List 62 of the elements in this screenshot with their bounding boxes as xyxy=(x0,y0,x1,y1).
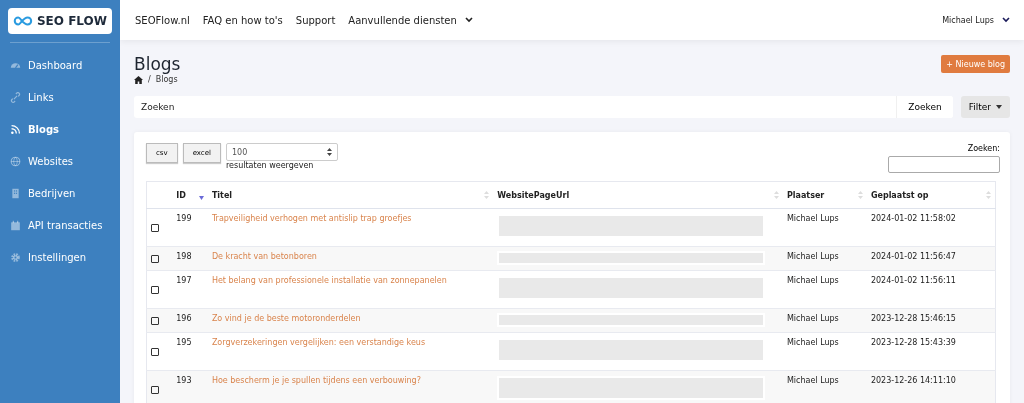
caret-icon xyxy=(1002,17,1010,23)
page-title: Blogs xyxy=(134,54,181,74)
id-cell: 199 xyxy=(176,214,192,223)
date-cell: 2023-12-28 15:46:15 xyxy=(870,314,956,323)
globe-icon xyxy=(10,155,21,167)
id-cell: 196 xyxy=(176,314,192,323)
row-checkbox[interactable] xyxy=(151,224,159,232)
sidebar-item[interactable]: Instellingen xyxy=(0,241,120,273)
date-cell: 2023-12-28 15:43:39 xyxy=(870,338,956,347)
id-cell: 197 xyxy=(176,276,192,285)
sidebar-item[interactable]: Websites xyxy=(0,145,120,177)
breadcrumb-item: Blogs xyxy=(155,75,178,84)
author-cell: Michael Lups xyxy=(786,214,839,223)
nav-link[interactable]: SEOFlow.nl xyxy=(135,14,190,26)
row-checkbox[interactable] xyxy=(151,255,159,263)
date-cell: 2023-12-26 14:11:10 xyxy=(870,376,956,385)
stepper-icon xyxy=(326,148,332,156)
row-checkbox[interactable] xyxy=(151,317,159,325)
author-cell: Michael Lups xyxy=(786,338,839,347)
nav-link[interactable]: FAQ en how to's xyxy=(202,14,283,26)
nav-link[interactable]: Support xyxy=(295,14,336,26)
row-checkbox[interactable] xyxy=(151,286,159,294)
building-icon xyxy=(10,187,21,199)
sidebar-item[interactable]: API transacties xyxy=(0,209,120,241)
page-size-label: resultaten weergeven xyxy=(225,161,315,170)
caret-icon xyxy=(996,105,1002,109)
date-cell: 2024-01-02 11:58:02 xyxy=(870,214,956,223)
sidebar-item[interactable]: Blogs xyxy=(0,113,120,145)
column-header[interactable]: Titel xyxy=(211,190,490,200)
breadcrumb-separator: / xyxy=(148,75,151,84)
sidebar-item[interactable]: Links xyxy=(0,81,120,113)
row-checkbox[interactable] xyxy=(151,386,159,394)
author-cell: Michael Lups xyxy=(786,276,839,285)
filter-button[interactable]: Filter xyxy=(960,96,1010,118)
column-header[interactable]: ID xyxy=(176,190,204,200)
id-cell: 195 xyxy=(176,338,192,347)
date-cell: 2024-01-02 11:56:11 xyxy=(870,276,956,285)
calendar-icon xyxy=(10,219,21,231)
author-cell: Michael Lups xyxy=(786,314,839,323)
column-header[interactable]: Plaatser xyxy=(786,190,863,200)
gear-icon xyxy=(10,251,21,263)
sidebar-item[interactable]: Bedrijven xyxy=(0,177,120,209)
author-cell: Michael Lups xyxy=(786,252,839,261)
date-cell: 2024-01-02 11:56:47 xyxy=(870,252,956,261)
table-search-label: Zoeken: xyxy=(967,144,1000,153)
page-size-select[interactable]: 100 xyxy=(225,143,338,161)
author-cell: Michael Lups xyxy=(786,376,839,385)
search-field[interactable]: Zoeken Zoeken xyxy=(134,96,953,118)
id-cell: 198 xyxy=(176,252,192,261)
table-search-field[interactable] xyxy=(888,156,1000,173)
nav-dropdown[interactable]: Aanvullende diensten xyxy=(348,14,473,26)
row-checkbox[interactable] xyxy=(151,348,159,356)
feed-icon xyxy=(10,123,21,135)
home-icon[interactable] xyxy=(134,75,143,84)
column-header[interactable]: WebsitePageUrl xyxy=(497,190,779,200)
user-menu[interactable]: Michael Lups xyxy=(942,15,1010,25)
logo[interactable]: SEO FLOW xyxy=(8,8,112,34)
link-icon xyxy=(10,91,21,103)
column-header[interactable]: Geplaatst op xyxy=(870,190,991,200)
sidebar-item[interactable]: Dashboard xyxy=(0,49,120,81)
id-cell: 193 xyxy=(176,376,192,385)
infinity-icon xyxy=(13,14,33,28)
